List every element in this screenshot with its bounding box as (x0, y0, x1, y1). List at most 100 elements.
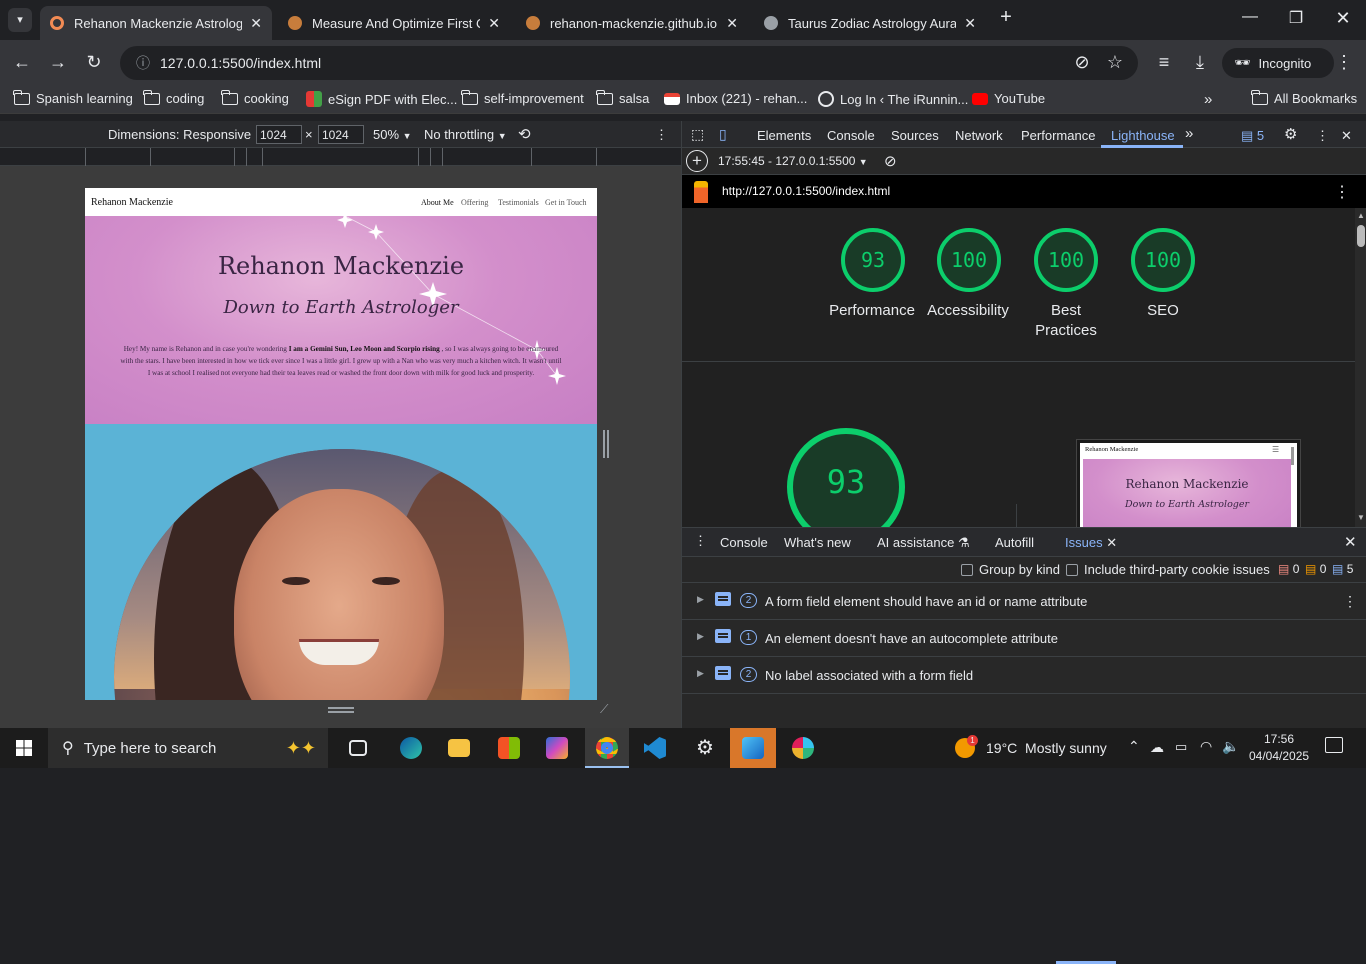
close-window-button[interactable]: ✕ (1331, 8, 1355, 29)
bookmark-site[interactable]: eSign PDF with Elec... (306, 91, 457, 107)
tab-sources[interactable]: Sources (891, 128, 939, 143)
file-explorer-icon[interactable] (448, 739, 470, 757)
new-tab-button[interactable]: + (994, 6, 1018, 29)
expand-triangle-icon[interactable]: ▶ (697, 631, 704, 642)
issue-menu-icon[interactable]: ⋮ (1343, 593, 1357, 610)
clock-date[interactable]: 04/04/2025 (1249, 749, 1309, 763)
bookmark-folder[interactable]: coding (143, 89, 204, 106)
bookmarks-overflow-icon[interactable]: » (1204, 91, 1212, 108)
tab-lighthouse[interactable]: Lighthouse (1111, 128, 1175, 143)
restore-button[interactable]: ❐ (1284, 8, 1308, 28)
tab-console[interactable]: Console (827, 128, 875, 143)
close-devtools-icon[interactable]: ✕ (1341, 128, 1352, 144)
wifi-icon[interactable]: ◠ (1200, 738, 1212, 755)
ruler-segment[interactable] (150, 148, 151, 166)
back-button[interactable]: ← (10, 52, 34, 72)
slack-icon[interactable] (792, 737, 814, 759)
bookmark-site[interactable]: Inbox (221) - rehan... (664, 91, 807, 106)
close-tab-icon[interactable]: ✕ (964, 15, 976, 32)
chevron-up-icon[interactable]: ⌃ (1128, 738, 1140, 755)
close-drawer-icon[interactable]: ✕ (1344, 533, 1357, 551)
more-options-icon[interactable]: ⋮ (655, 127, 668, 143)
tab-network[interactable]: Network (955, 128, 1003, 143)
site-brand[interactable]: Rehanon Mackenzie (91, 197, 173, 208)
third-party-checkbox[interactable] (1066, 564, 1078, 576)
width-input[interactable]: 1024 (256, 125, 302, 144)
ruler-segment[interactable] (442, 148, 443, 166)
chrome-icon[interactable] (596, 737, 618, 759)
close-tab-icon[interactable]: ✕ (250, 15, 262, 32)
all-bookmarks[interactable]: All Bookmarks (1251, 89, 1357, 106)
close-tab-icon[interactable]: ✕ (488, 15, 500, 32)
nav-about-me[interactable]: About Me (421, 198, 454, 207)
ruler-segment[interactable] (85, 148, 597, 166)
tab-3[interactable]: rehanon-mackenzie.github.io | Li ✕ (516, 6, 748, 40)
close-tab-icon[interactable]: ✕ (726, 15, 738, 32)
drawer-tab-console[interactable]: Console (720, 535, 768, 550)
close-tab-icon[interactable]: ✕ (1106, 535, 1117, 550)
drawer-tab-autofill[interactable]: Autofill (995, 535, 1034, 550)
tab-4[interactable]: Taurus Zodiac Astrology Aura G ✕ (754, 6, 986, 40)
m365-icon[interactable] (546, 737, 568, 759)
nav-testimonials[interactable]: Testimonials (498, 198, 539, 207)
drawer-tab-ai-assistance[interactable]: AI assistance ⚗ (877, 535, 970, 551)
store-icon[interactable] (498, 737, 520, 759)
nav-get-in-touch[interactable]: Get in Touch (545, 198, 587, 207)
dimensions-dropdown[interactable]: Dimensions: Responsive ▼ (108, 127, 264, 142)
tab-elements[interactable]: Elements (757, 128, 811, 143)
tab-active[interactable]: Rehanon Mackenzie Astrology ✕ (40, 6, 272, 40)
viewport-resize-bottom-handle[interactable] (328, 707, 354, 713)
bookmark-folder[interactable]: salsa (596, 89, 649, 106)
notification-icon[interactable] (1325, 737, 1343, 753)
tab-search-button[interactable]: ▾ (8, 8, 32, 32)
report-selector[interactable]: 17:55:45 - 127.0.0.1:5500 ▼ (718, 154, 868, 168)
height-input[interactable]: 1024 (318, 125, 364, 144)
eye-off-icon[interactable]: ⊘ (1070, 52, 1094, 72)
site-info-icon[interactable]: ⓘ (136, 53, 150, 73)
drawer-tab-whats-new[interactable]: What's new (784, 535, 851, 550)
issues-counter[interactable]: ▤ 5 (1241, 128, 1264, 144)
tab-performance[interactable]: Performance (1021, 128, 1095, 143)
photos-icon[interactable] (742, 737, 764, 759)
viewport-resize-handle[interactable] (603, 430, 609, 458)
expand-triangle-icon[interactable]: ▶ (697, 668, 704, 679)
bookmark-folder[interactable]: cooking (221, 89, 289, 106)
ruler-segment[interactable] (418, 148, 419, 166)
edge-icon[interactable] (400, 737, 422, 759)
clock-time[interactable]: 17:56 (1264, 732, 1294, 746)
report-url[interactable]: http://127.0.0.1:5500/index.html (722, 184, 890, 198)
vscode-icon[interactable] (644, 737, 666, 759)
zoom-dropdown[interactable]: 50% ▼ (373, 127, 412, 142)
windows-start-icon[interactable] (16, 740, 32, 756)
forward-button[interactable]: → (46, 52, 70, 72)
group-by-kind-checkbox[interactable] (961, 564, 973, 576)
bookmark-site[interactable]: YouTube (972, 91, 1045, 106)
bookmark-folder[interactable]: Spanish learning (13, 89, 133, 106)
weather-text[interactable]: 19°C Mostly sunny (986, 740, 1107, 756)
device-toggle-icon[interactable]: ▯ (719, 126, 727, 143)
throttling-dropdown[interactable]: No throttling ▼ (424, 127, 507, 142)
inspect-icon[interactable]: ⬚ (691, 126, 704, 143)
drawer-tab-issues[interactable]: Issues ✕ (1065, 535, 1117, 551)
report-menu-icon[interactable]: ⋮ (1334, 182, 1350, 202)
more-tabs-icon[interactable]: » (1185, 125, 1193, 142)
cloud-icon[interactable]: ☁ (1150, 739, 1164, 756)
bookmark-folder[interactable]: self-improvement (461, 89, 584, 106)
taskbar-search[interactable]: ⚲ Type here to search ✦✦ (48, 728, 328, 768)
media-control-icon[interactable]: ≡ (1152, 52, 1176, 72)
ruler-segment[interactable] (234, 148, 235, 166)
issue-row[interactable]: ▶ 2 No label associated with a form fiel… (682, 657, 1366, 694)
issue-row[interactable]: ▶ 1 An element doesn't have an autocompl… (682, 620, 1366, 657)
menu-icon[interactable]: ⋮ (1332, 52, 1356, 72)
customize-menu-icon[interactable]: ⋮ (1316, 128, 1329, 144)
scroll-thumb[interactable] (1357, 225, 1365, 247)
incognito-badge[interactable]: 🕶 Incognito (1222, 48, 1334, 78)
tab-2[interactable]: Measure And Optimize First Co ✕ (278, 6, 510, 40)
expand-triangle-icon[interactable]: ▶ (697, 594, 704, 605)
ruler-segment[interactable] (262, 148, 263, 166)
nav-offering[interactable]: Offering (461, 198, 488, 207)
ruler-segment[interactable] (430, 148, 431, 166)
download-icon[interactable]: ⤓ (1188, 52, 1212, 72)
bookmark-site[interactable]: Log In ‹ The iRunnin... (818, 91, 968, 107)
scroll-down-icon[interactable]: ▼ (1357, 513, 1365, 522)
